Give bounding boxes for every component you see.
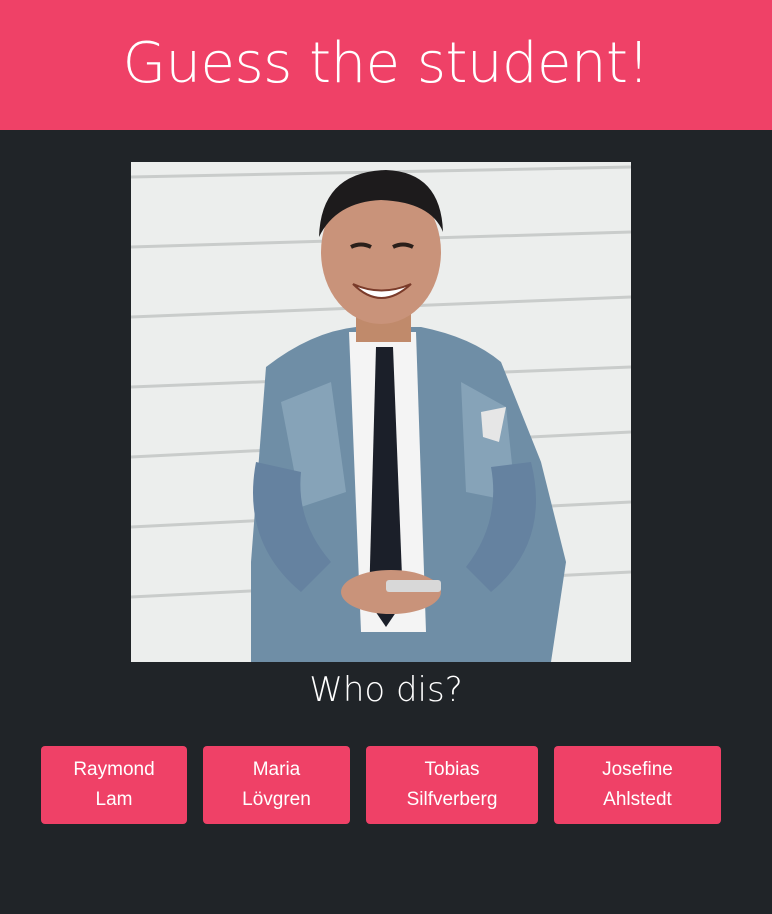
answer-last-name: Silfverberg xyxy=(406,789,498,810)
answer-button-josefine-ahlstedt[interactable]: Josefine Ahlstedt xyxy=(554,746,721,824)
main-content: Who dis? Raymond Lam Maria Lövgren Tobia… xyxy=(0,130,772,914)
answer-button-tobias-silfverberg[interactable]: Tobias Silfverberg xyxy=(366,746,538,824)
header-bar: Guess the student! xyxy=(0,0,772,130)
student-photo xyxy=(131,162,631,662)
question-text: Who dis? xyxy=(309,670,463,710)
answer-first-name: Maria xyxy=(252,759,301,780)
answer-options: Raymond Lam Maria Lövgren Tobias Silfver… xyxy=(41,746,721,824)
answer-last-name: Lam xyxy=(95,789,133,810)
answer-button-raymond-lam[interactable]: Raymond Lam xyxy=(41,746,187,824)
page-title: Guess the student! xyxy=(122,30,650,96)
answer-last-name: Lövgren xyxy=(242,789,311,810)
answer-last-name: Ahlstedt xyxy=(603,789,672,810)
answer-button-maria-lovgren[interactable]: Maria Lövgren xyxy=(203,746,350,824)
answer-first-name: Josefine xyxy=(602,759,673,780)
answer-first-name: Tobias xyxy=(424,759,480,780)
answer-first-name: Raymond xyxy=(73,759,155,780)
